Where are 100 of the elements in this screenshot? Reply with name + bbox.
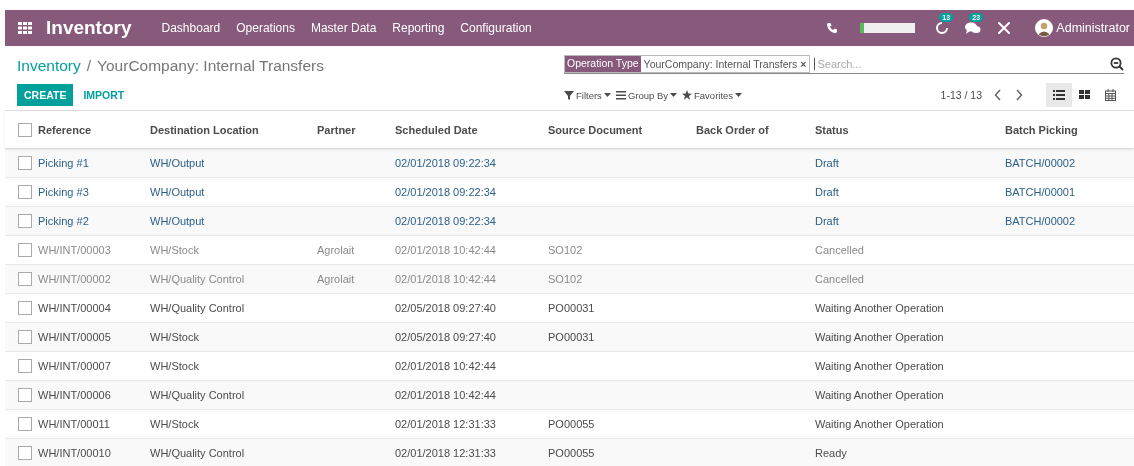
menu-item[interactable]: Operations (236, 21, 295, 35)
table-cell: PO00055 (548, 447, 595, 459)
column-header[interactable]: Source Document (548, 123, 696, 136)
checkbox[interactable] (18, 122, 32, 137)
table-cell: PO00055 (548, 418, 595, 430)
filter-icon (564, 90, 574, 100)
table-cell: WH/INT/00002 (38, 273, 111, 285)
table-row[interactable]: Picking #1 WH/Output 02/01/2018 09:22:34 Draft BATCH/00002 (5, 148, 1134, 177)
table-cell: WH/Stock (150, 331, 199, 343)
table-row[interactable]: WH/INT/00010 WH/Quality Control 02/01/2018 12:31:33 PO00055 Ready (5, 438, 1134, 466)
table-cell: WH/Quality Control (150, 302, 245, 314)
table-cell: Ready (815, 447, 847, 459)
table-cell: Waiting Another Operation (815, 389, 944, 401)
menu-item[interactable]: Master Data (310, 21, 377, 35)
table-cell: 02/01/2018 09:22:34 (395, 186, 496, 198)
table-cell: WH/Output (150, 186, 205, 198)
search-facet[interactable]: Operation Type YourCompany: Internal Transfers × (564, 54, 811, 73)
search-field[interactable]: Operation Type YourCompany: Internal Transfers × Search... (564, 54, 1124, 74)
view-switch-button[interactable] (1046, 83, 1072, 107)
avatar-icon[interactable] (1035, 19, 1054, 37)
table-cell: 02/01/2018 12:31:33 (395, 418, 496, 430)
table-cell: PO00031 (548, 302, 595, 314)
facet-value: YourCompany: Internal Transfers (642, 57, 799, 70)
checkbox[interactable] (18, 185, 32, 199)
column-header[interactable]: Back Order of (696, 123, 815, 136)
app-title[interactable]: Inventory (46, 17, 132, 39)
table-cell: Picking #2 (38, 215, 89, 227)
table-row[interactable]: WH/INT/00006 WH/Quality Control 02/01/2018 10:42:44 Waiting Another Operation (5, 380, 1134, 409)
table-cell: WH/Quality Control (150, 447, 245, 459)
table-cell: Waiting Another Operation (815, 302, 944, 314)
table-cell: WH/Quality Control (150, 273, 245, 285)
filter-dropdown[interactable]: Group By (615, 89, 677, 101)
table-cell: WH/INT/00005 (38, 331, 111, 343)
checkbox[interactable] (18, 301, 32, 315)
caret-icon (603, 93, 611, 97)
table-cell: Agrolait (317, 273, 355, 285)
checkbox[interactable] (18, 446, 32, 460)
table-cell: BATCH/00002 (1005, 215, 1076, 227)
filter-dropdown[interactable]: Filters (564, 89, 611, 101)
checkbox[interactable] (18, 330, 32, 344)
table-cell: WH/Output (150, 215, 205, 227)
table-cell: WH/Stock (150, 244, 199, 256)
column-header[interactable]: Destination Location (150, 123, 317, 136)
table-cell: WH/Quality Control (150, 389, 245, 401)
table-cell: Draft (815, 186, 839, 198)
table-row[interactable]: WH/INT/00005 WH/Stock 02/05/2018 09:27:40 PO00031 Waiting Another Operation (5, 322, 1134, 351)
checkbox[interactable] (18, 359, 32, 373)
table-cell: Waiting Another Operation (815, 331, 944, 343)
column-header[interactable]: Scheduled Date (395, 123, 548, 136)
table-cell: Agrolait (317, 244, 355, 256)
table-cell: Draft (815, 215, 839, 227)
checkbox[interactable] (18, 417, 32, 431)
checkbox[interactable] (18, 243, 32, 257)
checkbox[interactable] (18, 272, 32, 286)
search-icon[interactable] (1110, 56, 1124, 71)
remove-facet-button[interactable]: × (800, 57, 810, 70)
table-cell: 02/05/2018 09:27:40 (395, 331, 496, 343)
facet-label: Operation Type (565, 55, 641, 72)
table-cell: 02/05/2018 09:27:40 (395, 302, 496, 314)
activity-icon[interactable] (935, 21, 950, 35)
checkbox[interactable] (18, 388, 32, 402)
column-header[interactable]: Reference (38, 123, 150, 136)
table-cell: SO102 (548, 273, 583, 285)
table-row[interactable]: WH/INT/00002 WH/Quality Control Agrolait 02/01/2018 10:42:44 SO102 Cancelled (5, 264, 1134, 293)
table-cell: Cancelled (815, 273, 864, 285)
table-cell: 02/01/2018 10:42:44 (395, 360, 496, 372)
table-row[interactable]: Picking #2 WH/Output 02/01/2018 09:22:34 Draft BATCH/00002 (5, 206, 1134, 235)
table-cell: Picking #1 (38, 157, 89, 169)
table-cell: Waiting Another Operation (815, 360, 944, 372)
table-cell: Waiting Another Operation (815, 418, 944, 430)
table-cell: Cancelled (815, 244, 864, 256)
tools-icon[interactable] (997, 21, 1012, 35)
phone-icon[interactable] (826, 22, 839, 34)
filter-dropdown[interactable]: Favorites (682, 89, 743, 101)
kanban-view-icon (1079, 89, 1091, 101)
menu-item[interactable]: Configuration (460, 21, 532, 35)
breadcrumb-separator: / (86, 57, 92, 75)
menu-item[interactable]: Reporting (392, 21, 445, 35)
checkbox[interactable] (18, 214, 32, 228)
caret-icon (735, 93, 743, 97)
previous-icon[interactable] (994, 89, 1002, 101)
table-cell: WH/INT/00003 (38, 244, 111, 256)
column-header[interactable]: Status (815, 123, 1005, 136)
column-header[interactable]: Partner (317, 123, 395, 136)
chat-icon[interactable] (965, 21, 982, 35)
table-cell: WH/Stock (150, 418, 199, 430)
table-cell: WH/INT/00004 (38, 302, 111, 314)
checkbox[interactable] (18, 156, 32, 170)
table-cell: WH/Stock (150, 360, 199, 372)
apps-menu-icon[interactable] (18, 22, 32, 34)
table-cell: 02/01/2018 10:42:44 (395, 273, 496, 285)
user-name[interactable]: Administrator (1056, 21, 1130, 35)
table-cell: 02/01/2018 10:42:44 (395, 244, 496, 256)
table-cell: 02/01/2018 09:22:34 (395, 157, 496, 169)
table-cell: Draft (815, 157, 839, 169)
table-cell: PO00031 (548, 331, 595, 343)
next-icon[interactable] (1015, 89, 1023, 101)
column-header[interactable]: Batch Picking (1005, 123, 1134, 136)
table-cell: BATCH/00002 (1005, 157, 1076, 169)
menu-item[interactable]: Dashboard (161, 21, 221, 35)
